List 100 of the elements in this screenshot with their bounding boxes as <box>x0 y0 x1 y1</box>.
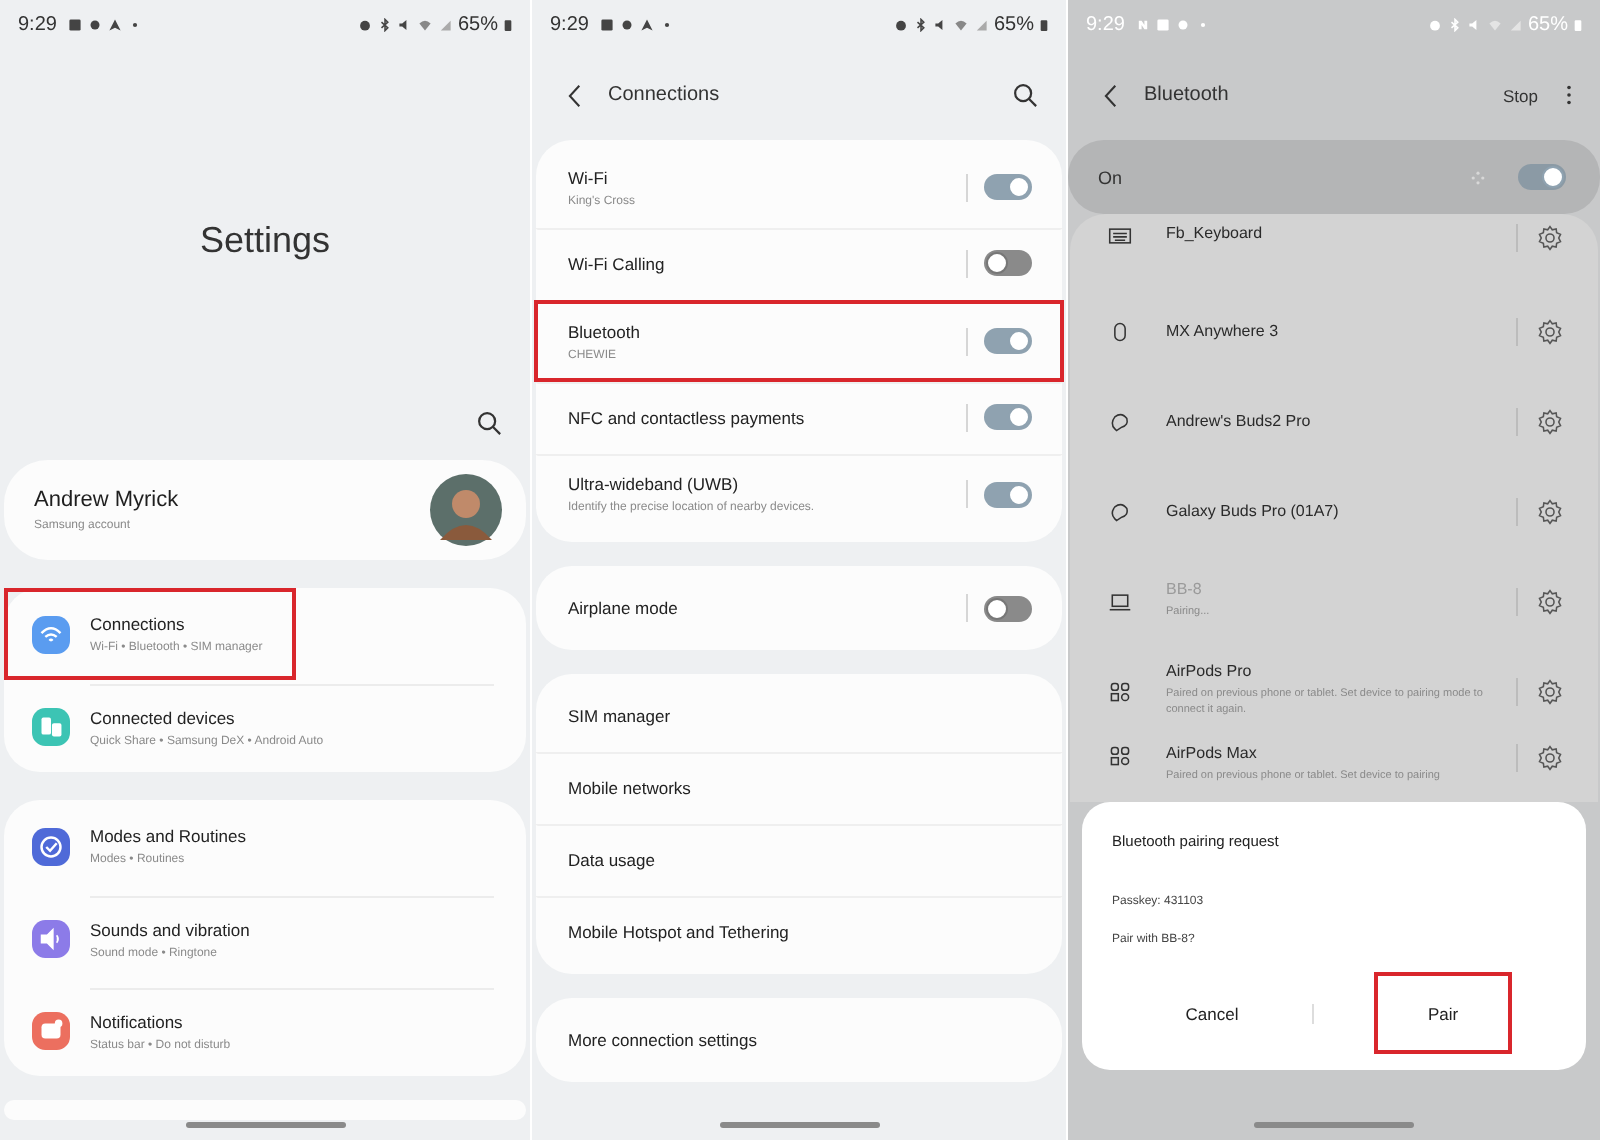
device-name: BB-8 <box>1166 580 1204 599</box>
device-item[interactable]: MX Anywhere 3 <box>1070 286 1598 376</box>
cancel-button[interactable]: Cancel <box>1124 972 1300 1054</box>
settings-item-title: Mobile networks <box>568 777 693 797</box>
dot-icon <box>1196 18 1211 32</box>
device-name: MX Anywhere 3 <box>1166 322 1281 340</box>
settings-item-title: Notifications <box>90 1011 185 1031</box>
settings-item[interactable]: Airplane mode <box>534 572 1064 644</box>
mute-icon <box>1467 18 1482 32</box>
toggle-switch[interactable] <box>984 174 1032 200</box>
signal-icon <box>437 18 452 32</box>
laptop-icon <box>1108 589 1132 613</box>
device-name: Andrew's Buds2 Pro <box>1166 412 1313 430</box>
settings-icon[interactable] <box>1536 677 1564 705</box>
more-icon[interactable] <box>1566 84 1572 106</box>
settings-icon[interactable] <box>1536 497 1564 525</box>
settings-icon[interactable] <box>1536 407 1564 435</box>
settings-item[interactable]: SIM manager <box>534 680 1064 752</box>
device-item[interactable]: Galaxy Buds Pro (01A7) <box>1070 466 1598 556</box>
toggle-switch[interactable] <box>1518 164 1566 190</box>
page-title: Settings <box>199 219 331 261</box>
bluetooth-icon <box>377 18 392 32</box>
signal-icon <box>1507 18 1522 32</box>
settings-item-title: NFC and contactless payments <box>568 407 807 427</box>
search-icon[interactable] <box>476 409 502 435</box>
wifi-icon <box>1487 18 1502 32</box>
settings-item-title: Wi-Fi <box>568 167 610 187</box>
grid-icon <box>1108 679 1132 703</box>
switch-label: On <box>1098 167 1123 187</box>
settings-item-title: More connection settings <box>568 1030 759 1050</box>
toggle-switch[interactable] <box>984 404 1032 430</box>
toggle-switch[interactable] <box>984 250 1032 276</box>
avatar <box>430 474 502 546</box>
wifi-icon <box>417 18 432 32</box>
settings-item-title: Wi-Fi Calling <box>568 253 667 273</box>
settings-item[interactable]: Wi-Fi Calling <box>534 228 1064 300</box>
settings-item[interactable]: NFC and contactless payments <box>534 382 1064 454</box>
search-icon[interactable] <box>1012 82 1038 108</box>
settings-item[interactable]: Mobile networks <box>534 752 1064 824</box>
pair-button[interactable]: Pair <box>1374 972 1512 1054</box>
mute-icon <box>397 18 412 32</box>
settings-item-title: Modes and Routines <box>90 826 248 846</box>
toggle-switch[interactable] <box>984 328 1032 354</box>
wifi-icon <box>953 18 968 32</box>
battery-percent: 65% <box>993 14 1034 36</box>
mouse-icon <box>1108 319 1132 343</box>
settings-item-title: SIM manager <box>568 706 673 726</box>
settings-item-title: Ultra-wideband (UWB) <box>568 474 741 494</box>
image-icon <box>68 18 83 32</box>
page-title: Connections <box>608 84 720 106</box>
image-icon <box>600 18 615 32</box>
settings-icon[interactable] <box>1536 224 1564 252</box>
device-name: AirPods Pro <box>1166 662 1254 681</box>
scanning-icon <box>1470 169 1486 185</box>
keyboard-icon <box>1108 224 1132 248</box>
device-item[interactable]: Andrew's Buds2 Pro <box>1070 376 1598 466</box>
account-name: Andrew Myrick <box>34 488 181 512</box>
navigation-icon <box>640 18 655 32</box>
back-icon[interactable] <box>1104 83 1118 107</box>
earbud-icon <box>1108 409 1132 433</box>
device-item[interactable]: Fb_Keyboard <box>1070 214 1598 286</box>
settings-icon[interactable] <box>1536 587 1564 615</box>
status-time: 9:29 <box>18 14 57 36</box>
bluetooth-master-switch[interactable]: On <box>1068 140 1600 214</box>
settings-item-title: Airplane mode <box>568 598 680 618</box>
device-name: Fb_Keyboard <box>1166 224 1265 242</box>
settings-item-title: Bluetooth <box>568 321 642 341</box>
page-title: Bluetooth <box>1144 84 1229 106</box>
mute-icon <box>933 18 948 32</box>
bluetooth-icon <box>1447 18 1462 32</box>
settings-icon[interactable] <box>1536 744 1564 772</box>
settings-item[interactable]: More connection settings <box>534 1004 1064 1076</box>
battery-icon <box>1574 18 1582 32</box>
settings-item-title: Mobile Hotspot and Tethering <box>568 921 791 941</box>
nfc-icon <box>1136 18 1151 32</box>
battery-percent: 65% <box>457 14 498 36</box>
settings-item-title: Connected devices <box>90 707 237 727</box>
grid-icon <box>1108 744 1132 768</box>
bluetooth-icon <box>913 18 928 32</box>
navigation-icon <box>108 18 123 32</box>
signal-icon <box>973 18 988 32</box>
settings-item-title: Sounds and vibration <box>90 919 252 939</box>
toggle-switch[interactable] <box>984 481 1032 507</box>
earbud-icon <box>1108 499 1132 523</box>
image-icon <box>1156 18 1171 32</box>
battery-icon <box>504 18 512 32</box>
battery-icon <box>1040 18 1048 32</box>
settings-item-title: Data usage <box>568 849 657 869</box>
status-time: 9:29 <box>550 14 589 36</box>
device-name: AirPods Max <box>1166 744 1259 762</box>
settings-item-title: Connections <box>90 614 187 634</box>
settings-item[interactable]: Data usage <box>534 824 1064 896</box>
back-icon[interactable] <box>568 83 582 107</box>
toggle-switch[interactable] <box>984 595 1032 621</box>
dot-icon <box>128 18 143 32</box>
settings-item[interactable]: Mobile Hotspot and Tethering <box>534 896 1064 968</box>
dot-icon <box>660 18 675 32</box>
settings-icon[interactable] <box>1536 317 1564 345</box>
stop-button[interactable]: Stop <box>1495 81 1546 109</box>
device-name: Galaxy Buds Pro (01A7) <box>1166 502 1341 520</box>
